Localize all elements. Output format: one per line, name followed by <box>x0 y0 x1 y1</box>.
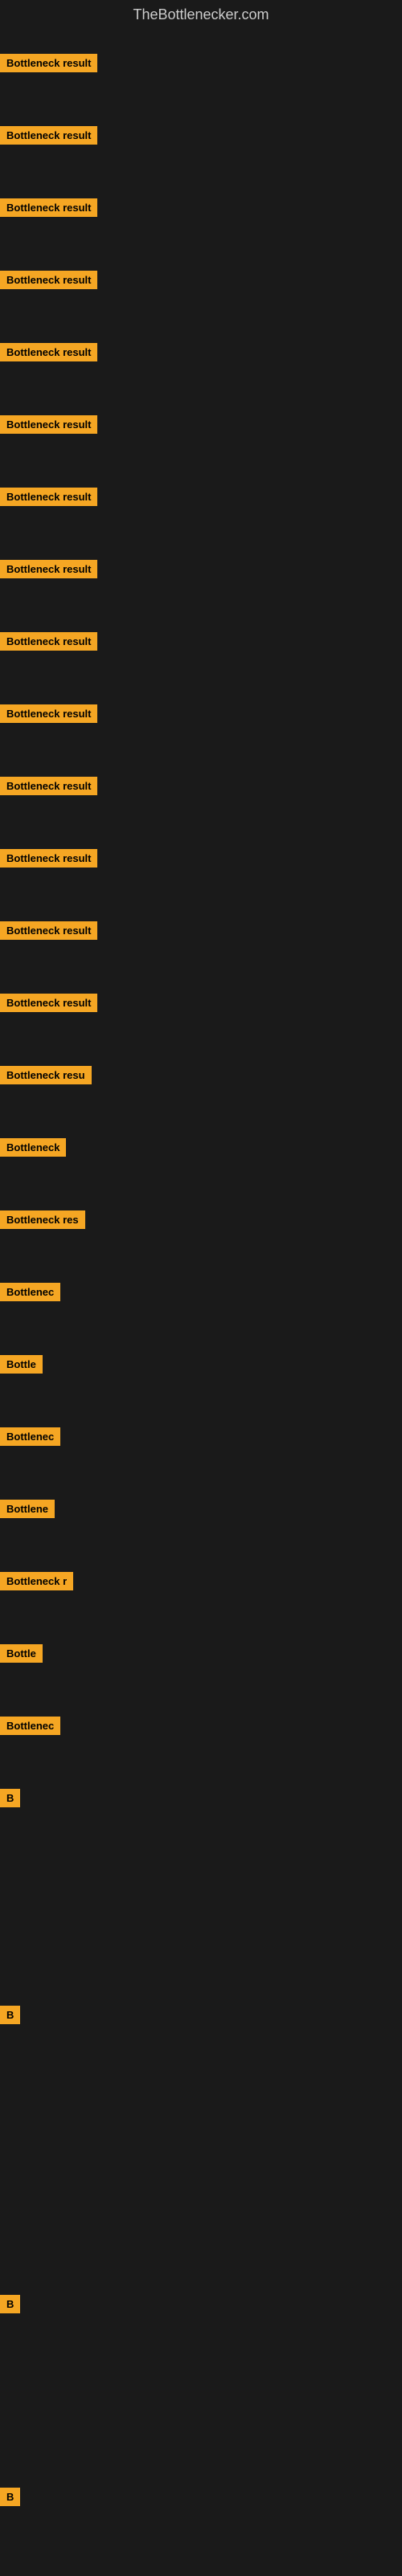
bottleneck-badge: B <box>0 1789 20 1807</box>
site-title: TheBottlenecker.com <box>0 0 402 30</box>
list-item[interactable]: Bottlenec <box>0 1427 60 1450</box>
list-item[interactable]: Bottleneck result <box>0 415 97 438</box>
bottleneck-badge: Bottlene <box>0 1500 55 1518</box>
list-item[interactable]: B <box>0 2488 20 2510</box>
list-item[interactable]: Bottleneck result <box>0 560 97 582</box>
list-item[interactable]: Bottlene <box>0 1500 55 1522</box>
bottleneck-badge: Bottleneck result <box>0 632 97 651</box>
bottleneck-badge: Bottle <box>0 1355 43 1374</box>
bottleneck-badge: Bottleneck result <box>0 560 97 578</box>
bottleneck-badge: Bottlenec <box>0 1427 60 1446</box>
bottleneck-badge: Bottle <box>0 1644 43 1663</box>
list-item[interactable]: B <box>0 2006 20 2028</box>
bottleneck-badge: Bottlenec <box>0 1283 60 1301</box>
list-item[interactable]: Bottleneck <box>0 1138 66 1161</box>
list-item[interactable]: Bottleneck result <box>0 632 97 655</box>
bottleneck-badge: Bottlenec <box>0 1717 60 1735</box>
list-item[interactable]: Bottleneck result <box>0 126 97 149</box>
list-item[interactable]: Bottleneck result <box>0 343 97 365</box>
bottleneck-badge: Bottleneck result <box>0 849 97 868</box>
list-item[interactable]: Bottleneck r <box>0 1572 73 1594</box>
bottleneck-badge: Bottleneck result <box>0 777 97 795</box>
list-item[interactable]: Bottleneck result <box>0 271 97 293</box>
bottleneck-badge: B <box>0 2295 20 2313</box>
bottleneck-badge: Bottleneck <box>0 1138 66 1157</box>
bottleneck-badge: Bottleneck r <box>0 1572 73 1590</box>
list-item[interactable]: Bottleneck result <box>0 921 97 944</box>
bottleneck-badge: Bottleneck result <box>0 271 97 289</box>
bottleneck-badge: Bottleneck result <box>0 343 97 361</box>
list-item[interactable]: Bottleneck res <box>0 1210 85 1233</box>
bottleneck-badge: Bottleneck result <box>0 994 97 1012</box>
bottleneck-badge: Bottleneck resu <box>0 1066 92 1084</box>
bottleneck-badge: B <box>0 2006 20 2024</box>
bottleneck-badge: B <box>0 2488 20 2506</box>
bottleneck-badge: Bottleneck result <box>0 704 97 723</box>
list-item[interactable]: Bottleneck result <box>0 849 97 872</box>
list-item[interactable]: Bottleneck result <box>0 198 97 221</box>
list-item[interactable]: Bottleneck result <box>0 54 97 76</box>
list-item[interactable]: Bottleneck resu <box>0 1066 92 1088</box>
bottleneck-badge: Bottleneck result <box>0 198 97 217</box>
list-item[interactable]: Bottleneck result <box>0 704 97 727</box>
bottleneck-badge: Bottleneck result <box>0 488 97 506</box>
list-item[interactable]: Bottleneck result <box>0 488 97 510</box>
bottleneck-badge: Bottleneck result <box>0 415 97 434</box>
bottleneck-badge: Bottleneck result <box>0 126 97 145</box>
list-item[interactable]: B <box>0 1789 20 1811</box>
bottleneck-badge: Bottleneck result <box>0 54 97 72</box>
list-item[interactable]: Bottle <box>0 1355 43 1378</box>
list-item[interactable]: B <box>0 2295 20 2317</box>
list-item[interactable]: Bottle <box>0 1644 43 1667</box>
bottleneck-badge: Bottleneck result <box>0 921 97 940</box>
bottleneck-badge: Bottleneck res <box>0 1210 85 1229</box>
list-item[interactable]: Bottleneck result <box>0 994 97 1016</box>
list-item[interactable]: Bottlenec <box>0 1283 60 1305</box>
list-item[interactable]: Bottleneck result <box>0 777 97 799</box>
list-item[interactable]: Bottlenec <box>0 1717 60 1739</box>
